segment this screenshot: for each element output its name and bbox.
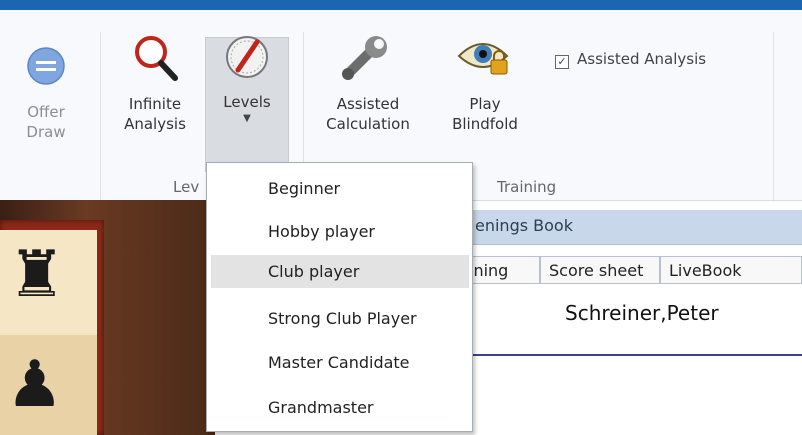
minus-circle-icon <box>27 47 65 85</box>
black-pawn-piece[interactable]: ♟ <box>6 348 63 422</box>
group-label-levels: Lev <box>173 178 200 196</box>
assisted-calculation-button[interactable]: Assisted Calculation <box>313 32 423 134</box>
ribbon-separator <box>773 32 774 202</box>
menu-item-beginner[interactable]: Beginner <box>211 172 469 205</box>
black-rook-piece[interactable]: ♜ <box>8 238 65 312</box>
magnifier-icon <box>135 36 178 81</box>
menu-item-grandmaster[interactable]: Grandmaster <box>211 391 469 424</box>
play-blindfold-label: Play Blindfold <box>452 95 518 133</box>
offer-draw-label: Offer Draw <box>26 103 66 141</box>
chevron-down-icon: ▼ <box>243 113 251 124</box>
eye-lock-icon <box>457 43 509 75</box>
tab-livebook[interactable]: LiveBook <box>660 256 802 284</box>
infinite-analysis-label: Infinite Analysis <box>124 95 186 133</box>
play-blindfold-button[interactable]: Play Blindfold <box>435 32 535 134</box>
menu-item-club-player[interactable]: Club player <box>211 255 469 288</box>
ribbon-separator <box>100 32 101 202</box>
levels-button[interactable]: Levels ▼ <box>207 32 287 126</box>
offer-draw-button[interactable]: Offer Draw <box>16 40 76 142</box>
menu-item-strong-club-player[interactable]: Strong Club Player <box>211 302 469 335</box>
menu-item-master-candidate[interactable]: Master Candidate <box>211 346 469 379</box>
assisted-analysis-label: Assisted Analysis <box>577 50 707 68</box>
tab-score-sheet[interactable]: Score sheet <box>540 256 660 284</box>
title-accent-bar <box>0 0 802 10</box>
openings-book-title: enings Book <box>475 216 573 235</box>
assisted-analysis-checkbox[interactable]: ✓ Assisted Analysis <box>555 50 706 69</box>
menu-item-hobby-player[interactable]: Hobby player <box>211 215 469 248</box>
checkbox-check-icon: ✓ <box>555 55 569 69</box>
infinite-analysis-button[interactable]: Infinite Analysis <box>115 32 195 134</box>
level-dial-icon <box>226 36 268 78</box>
wrench-icon <box>342 36 387 80</box>
levels-dropdown-menu: Beginner Hobby player Club player Strong… <box>206 162 473 432</box>
player-name: Schreiner,Peter <box>565 301 719 325</box>
levels-label: Levels <box>223 93 271 111</box>
group-label-training: Training <box>497 178 557 196</box>
assisted-calculation-label: Assisted Calculation <box>326 95 410 133</box>
